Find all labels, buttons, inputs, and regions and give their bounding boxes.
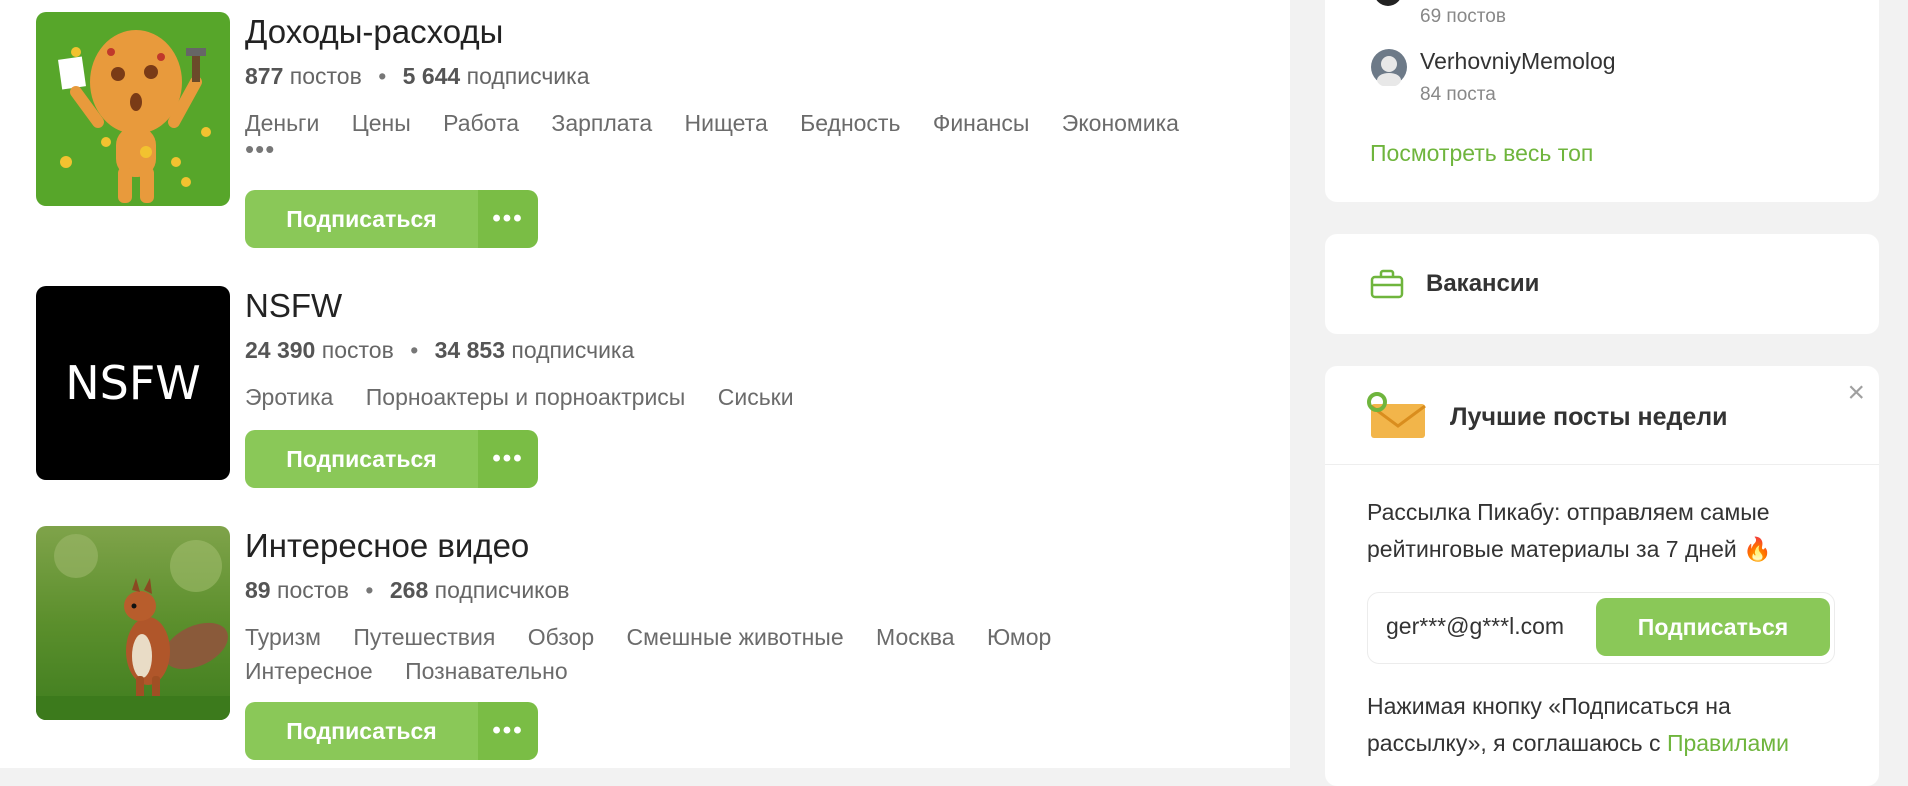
posts-label: постов (321, 337, 394, 363)
community-avatar[interactable]: NSFW (36, 286, 230, 480)
top-authors-card: 69 постов VerhovniyMemolog 84 поста Посм… (1325, 0, 1879, 202)
email-field[interactable]: ger***@g***l.com Подписаться (1367, 592, 1835, 664)
newsletter-subscribe-button[interactable]: Подписаться (1596, 598, 1830, 656)
subscribers-label: подписчика (511, 337, 635, 363)
community-card: Доходы-расходы 877 постов • 5 644 подпис… (36, 12, 1236, 252)
divider (1325, 464, 1879, 465)
vacancies-card[interactable]: Вакансии (1325, 234, 1879, 334)
tag[interactable]: Нищета (685, 106, 768, 140)
subscribers-count: 5 644 (402, 63, 461, 89)
squirrel-photo (36, 526, 230, 720)
top-author-name: VerhovniyMemolog (1420, 48, 1616, 74)
tag[interactable]: Порноактеры и порноактрисы (366, 380, 686, 414)
subscribers-count: 34 853 (434, 337, 505, 363)
close-icon[interactable]: × (1847, 376, 1865, 410)
tag[interactable]: Путешествия (353, 620, 495, 654)
subscribe-button[interactable]: Подписаться (245, 190, 478, 248)
separator-dot: • (365, 577, 374, 603)
posts-count: 24 390 (245, 337, 316, 363)
community-card: NSFW NSFW 24 390 постов • 34 853 подписч… (36, 286, 1236, 488)
agreement-text: Нажимая кнопку «Подписаться на рассылку»… (1367, 693, 1789, 756)
subscribe-group: Подписаться ••• (245, 190, 538, 248)
user-avatar-icon (1376, 0, 1400, 6)
rules-link[interactable]: Правилами (1667, 730, 1789, 756)
see-all-top-link[interactable]: Посмотреть весь топ (1370, 140, 1593, 167)
avatar-text: NSFW (65, 356, 201, 410)
posts-label: постов (289, 63, 362, 89)
community-stats: 877 постов • 5 644 подписчика (245, 62, 1245, 90)
subscribers-label: подписчика (466, 63, 590, 89)
community-info: NSFW 24 390 постов • 34 853 подписчика Э… (245, 286, 1245, 414)
tag[interactable]: Смешные животные (627, 620, 844, 654)
posts-count: 89 (245, 577, 271, 603)
newsletter-text-line-2: рейтинговые материалы за 7 дней 🔥 (1367, 536, 1772, 562)
community-tags: Деньги Цены Работа Зарплата Нищета Бедно… (245, 106, 1235, 140)
community-card: Интересное видео 89 постов • 268 подписч… (36, 526, 1236, 768)
more-options-button[interactable]: ••• (478, 430, 538, 488)
tag[interactable]: Цены (352, 106, 411, 140)
newsletter-description: Рассылка Пикабу: отправляем самые рейтин… (1367, 494, 1772, 568)
tag[interactable]: Работа (443, 106, 519, 140)
community-info: Интересное видео 89 постов • 268 подписч… (245, 526, 1245, 688)
subscribe-button[interactable]: Подписаться (245, 430, 478, 488)
tag[interactable]: Интересное (245, 654, 373, 688)
tag[interactable]: Эротика (245, 380, 333, 414)
tag[interactable]: Обзор (528, 620, 594, 654)
more-options-button[interactable]: ••• (478, 190, 538, 248)
top-author-count: 69 постов (1420, 6, 1506, 27)
posts-count: 877 (245, 63, 284, 89)
community-title[interactable]: NSFW (245, 286, 1245, 326)
community-tags: Эротика Порноактеры и порноактрисы Сиськ… (245, 380, 1235, 414)
separator-dot: • (378, 63, 387, 89)
more-options-button[interactable]: ••• (478, 702, 538, 760)
fire-icon: 🔥 (1743, 536, 1772, 562)
community-list: Доходы-расходы 877 постов • 5 644 подпис… (0, 0, 1290, 768)
community-title[interactable]: Интересное видео (245, 526, 1245, 566)
community-stats: 24 390 постов • 34 853 подписчика (245, 336, 1245, 364)
subscribers-count: 268 (389, 577, 429, 603)
vacancies-label: Вакансии (1426, 270, 1540, 297)
tag[interactable]: Сиськи (718, 380, 794, 414)
newsletter-title: Лучшие посты недели (1450, 403, 1728, 431)
community-stats: 89 постов • 268 подписчиков (245, 576, 1245, 604)
money-cookie-illustration (36, 12, 230, 206)
tag[interactable]: Познавательно (405, 654, 568, 688)
subscribe-group: Подписаться ••• (245, 430, 538, 488)
top-author-count: 84 поста (1420, 84, 1496, 105)
envelope-icon (1367, 392, 1426, 438)
community-avatar[interactable] (36, 526, 230, 720)
more-tags-button[interactable]: ••• (245, 136, 1245, 162)
subscribe-button[interactable]: Подписаться (245, 702, 478, 760)
tag[interactable]: Зарплата (551, 106, 652, 140)
subscribe-group: Подписаться ••• (245, 702, 538, 760)
tag[interactable]: Финансы (933, 106, 1030, 140)
tag[interactable]: Туризм (245, 620, 321, 654)
user-avatar-icon (1371, 49, 1407, 86)
community-tags: Туризм Путешествия Обзор Смешные животны… (245, 620, 1235, 688)
tag[interactable]: Бедность (800, 106, 900, 140)
subscribers-label: подписчиков (434, 577, 570, 603)
newsletter-card: × Лучшие посты недели Рассылка Пикабу: о… (1325, 366, 1879, 786)
community-info: Доходы-расходы 877 постов • 5 644 подпис… (245, 12, 1245, 162)
newsletter-text-line: Рассылка Пикабу: отправляем самые (1367, 499, 1770, 525)
separator-dot: • (410, 337, 419, 363)
email-input-value[interactable]: ger***@g***l.com (1386, 613, 1564, 640)
tag[interactable]: Москва (876, 620, 955, 654)
briefcase-icon (1370, 269, 1404, 299)
community-title[interactable]: Доходы-расходы (245, 12, 1245, 52)
community-avatar[interactable] (36, 12, 230, 206)
tag[interactable]: Юмор (987, 620, 1051, 654)
tag[interactable]: Экономика (1062, 106, 1179, 140)
posts-label: постов (276, 577, 350, 603)
